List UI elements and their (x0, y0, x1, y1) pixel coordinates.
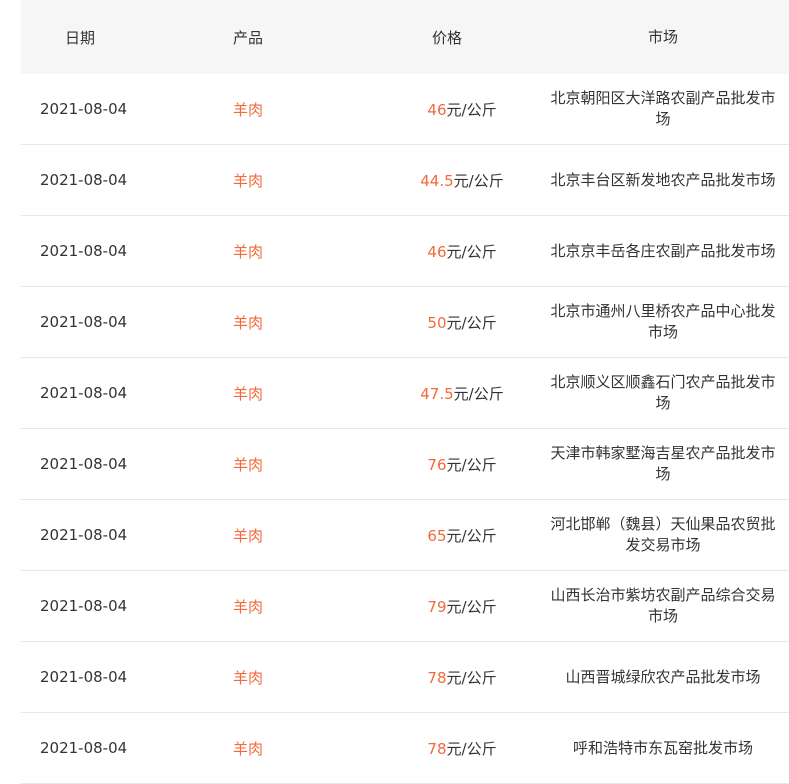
table-row: 2021-08-04 羊肉 76元/公斤 天津市韩家墅海吉星农产品批发市场 (21, 429, 789, 500)
row-date: 2021-08-04 (40, 384, 128, 402)
row-market: 呼和浩特市东瓦窑批发市场 (572, 738, 753, 757)
row-price: 78元/公斤 (357, 738, 537, 759)
row-market: 山西长治市紫坊农副产品综合交易市场 (550, 586, 776, 625)
row-price: 50元/公斤 (357, 312, 537, 333)
row-market: 河北邯郸（魏县）天仙果品农贸批发交易市场 (550, 515, 776, 554)
row-market: 北京顺义区顺鑫石门农产品批发市场 (550, 373, 776, 412)
price-unit: 元/公斤 (446, 313, 497, 332)
table-row: 2021-08-04 羊肉 78元/公斤 山西晋城绿欣农产品批发市场 (21, 642, 789, 713)
row-date: 2021-08-04 (40, 597, 128, 615)
table-row: 2021-08-04 羊肉 50元/公斤 北京市通州八里桥农产品中心批发市场 (21, 287, 789, 358)
row-product-link[interactable]: 羊肉 (139, 667, 357, 688)
price-unit: 元/公斤 (446, 455, 497, 474)
row-product-link[interactable]: 羊肉 (139, 241, 357, 262)
row-product-link[interactable]: 羊肉 (139, 312, 357, 333)
row-price: 46元/公斤 (357, 241, 537, 262)
header-product: 产品 (232, 28, 263, 47)
row-market: 山西晋城绿欣农产品批发市场 (565, 667, 761, 686)
price-unit: 元/公斤 (446, 242, 497, 261)
price-value: 79 (427, 597, 447, 616)
row-date: 2021-08-04 (40, 455, 128, 473)
row-product-link[interactable]: 羊肉 (139, 454, 357, 475)
row-date: 2021-08-04 (40, 668, 128, 686)
row-date: 2021-08-04 (40, 171, 128, 189)
price-value: 65 (427, 526, 447, 545)
price-unit: 元/公斤 (453, 384, 504, 403)
price-value: 46 (427, 100, 447, 119)
row-market: 北京市通州八里桥农产品中心批发市场 (550, 302, 776, 341)
price-table: 日期 产品 价格 市场 2021-08-04 羊肉 46元/公斤 北京朝阳区大洋… (21, 0, 789, 784)
row-price: 44.5元/公斤 (357, 170, 537, 191)
row-product-link[interactable]: 羊肉 (139, 525, 357, 546)
row-market: 天津市韩家墅海吉星农产品批发市场 (550, 444, 776, 483)
row-product-link[interactable]: 羊肉 (139, 596, 357, 617)
row-date: 2021-08-04 (40, 526, 128, 544)
row-market: 北京丰台区新发地农产品批发市场 (550, 170, 776, 189)
table-row: 2021-08-04 羊肉 78元/公斤 呼和浩特市东瓦窑批发市场 (21, 713, 789, 784)
price-value: 78 (427, 668, 447, 687)
header-market: 市场 (647, 27, 678, 46)
price-value: 78 (427, 739, 447, 758)
row-date: 2021-08-04 (40, 100, 128, 118)
row-price: 78元/公斤 (357, 667, 537, 688)
row-product-link[interactable]: 羊肉 (139, 170, 357, 191)
row-product-link[interactable]: 羊肉 (139, 383, 357, 404)
price-value: 46 (427, 242, 447, 261)
table-row: 2021-08-04 羊肉 47.5元/公斤 北京顺义区顺鑫石门农产品批发市场 (21, 358, 789, 429)
price-unit: 元/公斤 (446, 739, 497, 758)
price-value: 44.5 (420, 171, 454, 190)
header-price: 价格 (431, 28, 462, 47)
row-price: 76元/公斤 (357, 454, 537, 475)
row-price: 65元/公斤 (357, 525, 537, 546)
price-unit: 元/公斤 (446, 526, 497, 545)
row-date: 2021-08-04 (40, 242, 128, 260)
table-row: 2021-08-04 羊肉 79元/公斤 山西长治市紫坊农副产品综合交易市场 (21, 571, 789, 642)
price-unit: 元/公斤 (446, 668, 497, 687)
row-product-link[interactable]: 羊肉 (139, 99, 357, 120)
table-row: 2021-08-04 羊肉 65元/公斤 河北邯郸（魏县）天仙果品农贸批发交易市… (21, 500, 789, 571)
price-unit: 元/公斤 (446, 597, 497, 616)
price-value: 50 (427, 313, 447, 332)
row-date: 2021-08-04 (40, 739, 128, 757)
row-market: 北京京丰岳各庄农副产品批发市场 (550, 241, 776, 260)
row-price: 79元/公斤 (357, 596, 537, 617)
table-row: 2021-08-04 羊肉 46元/公斤 北京京丰岳各庄农副产品批发市场 (21, 216, 789, 287)
row-product-link[interactable]: 羊肉 (139, 738, 357, 759)
price-value: 47.5 (420, 384, 454, 403)
header-date: 日期 (64, 28, 95, 47)
row-market: 北京朝阳区大洋路农副产品批发市场 (550, 89, 776, 128)
price-unit: 元/公斤 (446, 100, 497, 119)
row-date: 2021-08-04 (40, 313, 128, 331)
table-row: 2021-08-04 羊肉 44.5元/公斤 北京丰台区新发地农产品批发市场 (21, 145, 789, 216)
row-price: 47.5元/公斤 (357, 383, 537, 404)
row-price: 46元/公斤 (357, 99, 537, 120)
price-unit: 元/公斤 (453, 171, 504, 190)
table-row: 2021-08-04 羊肉 46元/公斤 北京朝阳区大洋路农副产品批发市场 (21, 74, 789, 145)
table-header: 日期 产品 价格 市场 (21, 0, 789, 74)
price-value: 76 (427, 455, 447, 474)
